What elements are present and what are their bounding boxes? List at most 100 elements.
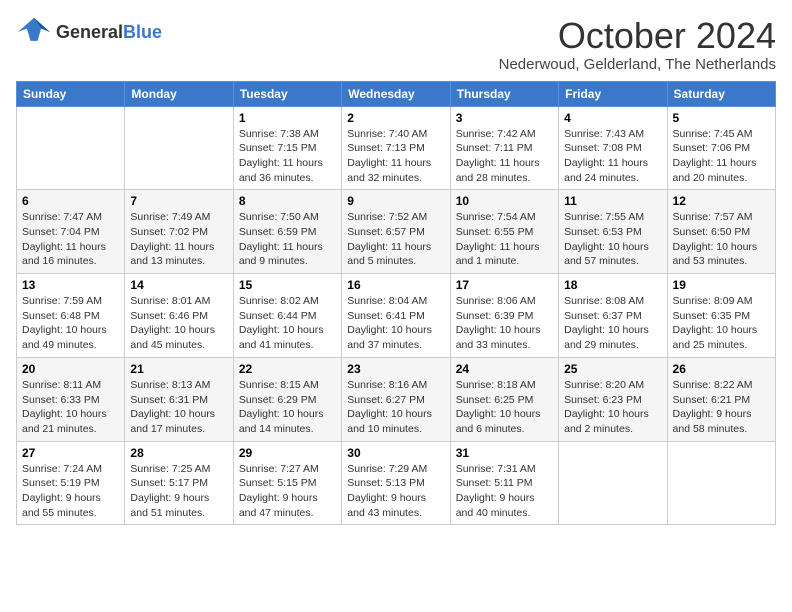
calendar-cell: 29 Sunrise: 7:27 AMSunset: 5:15 PMDayligh… <box>233 441 341 525</box>
day-number: 23 <box>347 362 444 376</box>
page-header: GeneralBlue October 2024 Nederwoud, Geld… <box>16 16 776 73</box>
day-detail: Sunrise: 7:52 AMSunset: 6:57 PMDaylight:… <box>347 210 444 269</box>
calendar-cell: 11Sunrise: 7:55 AMSunset: 6:53 PMDayligh… <box>559 190 667 274</box>
calendar-cell: 9 Sunrise: 7:52 AMSunset: 6:57 PMDaylight… <box>342 190 450 274</box>
day-number: 5 <box>673 111 770 125</box>
calendar-cell: 12Sunrise: 7:57 AMSunset: 6:50 PMDayligh… <box>667 190 775 274</box>
day-number: 31 <box>456 446 553 460</box>
column-header-thursday: Thursday <box>450 81 558 106</box>
calendar-cell: 20 Sunrise: 8:11 AMSunset: 6:33 PMDayligh… <box>17 357 125 441</box>
calendar-cell: 21Sunrise: 8:13 AMSunset: 6:31 PMDayligh… <box>125 357 233 441</box>
calendar-cell: 24Sunrise: 8:18 AMSunset: 6:25 PMDayligh… <box>450 357 558 441</box>
calendar-cell <box>667 441 775 525</box>
day-number: 15 <box>239 278 336 292</box>
month-title: October 2024 <box>499 16 776 56</box>
calendar-cell <box>559 441 667 525</box>
day-detail: Sunrise: 7:54 AMSunset: 6:55 PMDaylight:… <box>456 210 553 269</box>
title-block: October 2024 Nederwoud, Gelderland, The … <box>499 16 776 73</box>
calendar-cell: 19 Sunrise: 8:09 AMSunset: 6:35 PMDayligh… <box>667 274 775 358</box>
column-header-saturday: Saturday <box>667 81 775 106</box>
calendar-cell: 3Sunrise: 7:42 AMSunset: 7:11 PMDaylight… <box>450 106 558 190</box>
day-detail: Sunrise: 8:16 AMSunset: 6:27 PMDaylight:… <box>347 378 444 437</box>
calendar-body: 1 Sunrise: 7:38 AMSunset: 7:15 PMDaylight… <box>17 106 776 525</box>
calendar-cell: 28Sunrise: 7:25 AMSunset: 5:17 PMDayligh… <box>125 441 233 525</box>
day-detail: Sunrise: 7:50 AMSunset: 6:59 PMDaylight:… <box>239 210 336 269</box>
calendar-cell: 27 Sunrise: 7:24 AMSunset: 5:19 PMDayligh… <box>17 441 125 525</box>
day-detail: Sunrise: 7:45 AMSunset: 7:06 PMDaylight:… <box>673 127 770 186</box>
calendar-cell: 5 Sunrise: 7:45 AMSunset: 7:06 PMDaylight… <box>667 106 775 190</box>
column-header-friday: Friday <box>559 81 667 106</box>
week-row-4: 20 Sunrise: 8:11 AMSunset: 6:33 PMDayligh… <box>17 357 776 441</box>
day-number: 22 <box>239 362 336 376</box>
day-number: 29 <box>239 446 336 460</box>
column-header-wednesday: Wednesday <box>342 81 450 106</box>
day-number: 25 <box>564 362 661 376</box>
day-detail: Sunrise: 7:43 AMSunset: 7:08 PMDaylight:… <box>564 127 661 186</box>
day-detail: Sunrise: 8:13 AMSunset: 6:31 PMDaylight:… <box>130 378 227 437</box>
day-number: 7 <box>130 194 227 208</box>
calendar-cell: 18 Sunrise: 8:08 AMSunset: 6:37 PMDayligh… <box>559 274 667 358</box>
day-detail: Sunrise: 7:31 AMSunset: 5:11 PMDaylight:… <box>456 462 553 521</box>
day-detail: Sunrise: 7:55 AMSunset: 6:53 PMDaylight:… <box>564 210 661 269</box>
day-detail: Sunrise: 7:38 AMSunset: 7:15 PMDaylight:… <box>239 127 336 186</box>
day-number: 18 <box>564 278 661 292</box>
calendar-cell: 22 Sunrise: 8:15 AMSunset: 6:29 PMDayligh… <box>233 357 341 441</box>
day-detail: Sunrise: 7:49 AMSunset: 7:02 PMDaylight:… <box>130 210 227 269</box>
day-detail: Sunrise: 7:25 AMSunset: 5:17 PMDaylight:… <box>130 462 227 521</box>
calendar-cell <box>125 106 233 190</box>
day-number: 1 <box>239 111 336 125</box>
day-detail: Sunrise: 8:18 AMSunset: 6:25 PMDaylight:… <box>456 378 553 437</box>
day-number: 10 <box>456 194 553 208</box>
calendar-cell: 4 Sunrise: 7:43 AMSunset: 7:08 PMDaylight… <box>559 106 667 190</box>
day-number: 16 <box>347 278 444 292</box>
day-detail: Sunrise: 7:27 AMSunset: 5:15 PMDaylight:… <box>239 462 336 521</box>
week-row-1: 1 Sunrise: 7:38 AMSunset: 7:15 PMDaylight… <box>17 106 776 190</box>
calendar-cell: 1 Sunrise: 7:38 AMSunset: 7:15 PMDaylight… <box>233 106 341 190</box>
column-header-tuesday: Tuesday <box>233 81 341 106</box>
calendar-cell: 16Sunrise: 8:04 AMSunset: 6:41 PMDayligh… <box>342 274 450 358</box>
logo-icon <box>16 16 52 48</box>
day-number: 20 <box>22 362 119 376</box>
day-number: 19 <box>673 278 770 292</box>
calendar-header-row: SundayMondayTuesdayWednesdayThursdayFrid… <box>17 81 776 106</box>
calendar-cell: 8Sunrise: 7:50 AMSunset: 6:59 PMDaylight… <box>233 190 341 274</box>
calendar-cell: 10 Sunrise: 7:54 AMSunset: 6:55 PMDayligh… <box>450 190 558 274</box>
day-detail: Sunrise: 7:40 AMSunset: 7:13 PMDaylight:… <box>347 127 444 186</box>
calendar-cell: 23 Sunrise: 8:16 AMSunset: 6:27 PMDayligh… <box>342 357 450 441</box>
calendar-cell: 30Sunrise: 7:29 AMSunset: 5:13 PMDayligh… <box>342 441 450 525</box>
day-detail: Sunrise: 8:02 AMSunset: 6:44 PMDaylight:… <box>239 294 336 353</box>
calendar-cell: 6 Sunrise: 7:47 AMSunset: 7:04 PMDaylight… <box>17 190 125 274</box>
calendar-cell: 15 Sunrise: 8:02 AMSunset: 6:44 PMDayligh… <box>233 274 341 358</box>
day-detail: Sunrise: 7:42 AMSunset: 7:11 PMDaylight:… <box>456 127 553 186</box>
week-row-2: 6 Sunrise: 7:47 AMSunset: 7:04 PMDaylight… <box>17 190 776 274</box>
day-number: 6 <box>22 194 119 208</box>
day-detail: Sunrise: 8:20 AMSunset: 6:23 PMDaylight:… <box>564 378 661 437</box>
calendar-cell: 25 Sunrise: 8:20 AMSunset: 6:23 PMDayligh… <box>559 357 667 441</box>
day-detail: Sunrise: 7:59 AMSunset: 6:48 PMDaylight:… <box>22 294 119 353</box>
day-number: 13 <box>22 278 119 292</box>
calendar-cell: 2Sunrise: 7:40 AMSunset: 7:13 PMDaylight… <box>342 106 450 190</box>
day-detail: Sunrise: 8:09 AMSunset: 6:35 PMDaylight:… <box>673 294 770 353</box>
calendar-cell: 17Sunrise: 8:06 AMSunset: 6:39 PMDayligh… <box>450 274 558 358</box>
calendar-table: SundayMondayTuesdayWednesdayThursdayFrid… <box>16 81 776 526</box>
day-number: 27 <box>22 446 119 460</box>
day-detail: Sunrise: 7:57 AMSunset: 6:50 PMDaylight:… <box>673 210 770 269</box>
logo: GeneralBlue <box>16 16 162 48</box>
location-subtitle: Nederwoud, Gelderland, The Netherlands <box>499 56 776 73</box>
day-number: 26 <box>673 362 770 376</box>
column-header-monday: Monday <box>125 81 233 106</box>
day-detail: Sunrise: 8:15 AMSunset: 6:29 PMDaylight:… <box>239 378 336 437</box>
calendar-cell: 31 Sunrise: 7:31 AMSunset: 5:11 PMDayligh… <box>450 441 558 525</box>
calendar-cell: 26Sunrise: 8:22 AMSunset: 6:21 PMDayligh… <box>667 357 775 441</box>
day-detail: Sunrise: 7:29 AMSunset: 5:13 PMDaylight:… <box>347 462 444 521</box>
day-detail: Sunrise: 7:47 AMSunset: 7:04 PMDaylight:… <box>22 210 119 269</box>
day-detail: Sunrise: 8:08 AMSunset: 6:37 PMDaylight:… <box>564 294 661 353</box>
day-number: 9 <box>347 194 444 208</box>
day-detail: Sunrise: 8:01 AMSunset: 6:46 PMDaylight:… <box>130 294 227 353</box>
day-number: 4 <box>564 111 661 125</box>
calendar-cell <box>17 106 125 190</box>
day-detail: Sunrise: 8:11 AMSunset: 6:33 PMDaylight:… <box>22 378 119 437</box>
calendar-cell: 14Sunrise: 8:01 AMSunset: 6:46 PMDayligh… <box>125 274 233 358</box>
day-detail: Sunrise: 7:24 AMSunset: 5:19 PMDaylight:… <box>22 462 119 521</box>
day-number: 17 <box>456 278 553 292</box>
